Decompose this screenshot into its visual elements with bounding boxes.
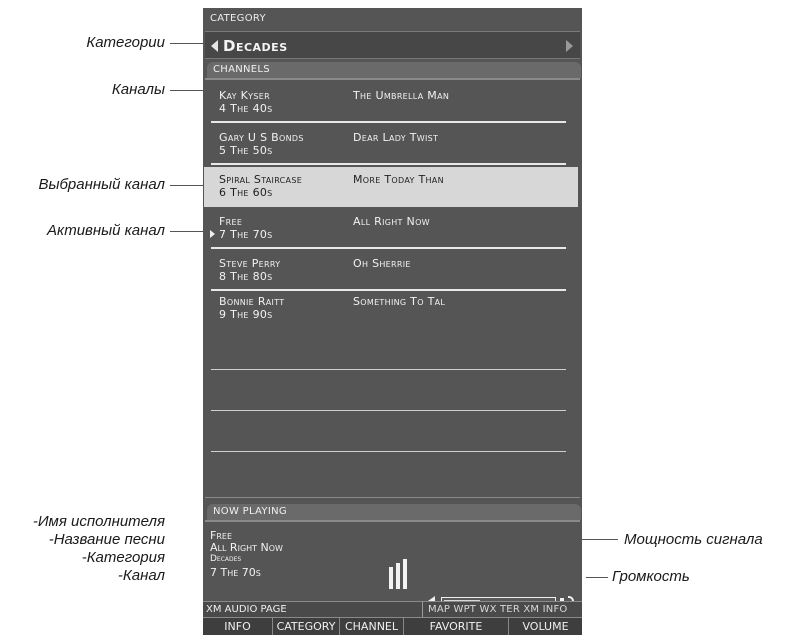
softkey-bar: INFO CATEGORY CHANNEL FAVORITE VOLUME xyxy=(203,617,582,635)
divider xyxy=(211,121,566,123)
channel-artist: Gary U S Bonds xyxy=(219,131,304,144)
softkey-channel[interactable]: CHANNEL xyxy=(340,618,404,635)
softkey-category[interactable]: CATEGORY xyxy=(273,618,340,635)
divider xyxy=(205,78,580,80)
page-bar: XM AUDIO PAGE MAP WPT WX TER XM INFO xyxy=(203,601,582,617)
callout-volume: Громкость xyxy=(612,568,690,585)
callout-channels: Каналы xyxy=(111,81,165,98)
chevron-right-icon[interactable] xyxy=(566,40,573,52)
callout-selected-channel: Выбранный канал xyxy=(38,176,165,193)
channel-number: 5 The 50s xyxy=(219,144,273,157)
chevron-left-icon[interactable] xyxy=(211,40,218,52)
channel-row[interactable]: Kay Kyser 4 The 40s The Umbrella Man xyxy=(203,83,582,123)
divider xyxy=(211,410,566,411)
page-title: XM AUDIO PAGE xyxy=(206,604,287,615)
signal-bar xyxy=(403,559,407,589)
channels-tab-header: CHANNELS xyxy=(207,62,581,78)
now-playing-channel: 7 The 70s xyxy=(210,566,261,579)
category-header: CATEGORY xyxy=(210,13,266,24)
channel-artist: Kay Kyser xyxy=(219,89,270,102)
channel-artist: Free xyxy=(219,215,243,228)
callout-channel: -Канал xyxy=(117,567,165,584)
xm-audio-screen: CATEGORY Decades CHANNELS Kay Kyser 4 Th… xyxy=(203,8,582,635)
channel-song: Oh Sherrie xyxy=(353,257,411,270)
signal-bar xyxy=(389,567,393,589)
channel-artist: Bonnie Raitt xyxy=(219,295,285,308)
channel-row[interactable]: Steve Perry 8 The 80s Oh Sherrie xyxy=(203,251,582,291)
channel-song: Dear Lady Twist xyxy=(353,131,439,144)
leader-line xyxy=(170,90,204,91)
divider xyxy=(211,369,566,370)
channel-number: 6 The 60s xyxy=(219,186,273,199)
channel-song: The Umbrella Man xyxy=(353,89,450,102)
leader-line xyxy=(170,185,204,186)
divider xyxy=(211,163,566,165)
channel-artist: Steve Perry xyxy=(219,257,281,270)
divider xyxy=(205,497,580,498)
leader-line xyxy=(170,43,204,44)
category-value: Decades xyxy=(223,37,288,55)
divider xyxy=(211,247,566,249)
softkey-info[interactable]: INFO xyxy=(203,618,273,635)
page-group-tabs[interactable]: MAP WPT WX TER XM INFO xyxy=(422,602,582,617)
channel-song: Something To Tal xyxy=(353,295,446,308)
channel-number: 9 The 90s xyxy=(219,308,273,321)
signal-bar xyxy=(396,563,400,589)
callout-categories: Категории xyxy=(86,34,165,51)
divider xyxy=(205,520,580,522)
divider xyxy=(211,451,566,452)
callout-artist-name: -Имя исполнителя xyxy=(32,513,165,530)
channel-number: 4 The 40s xyxy=(219,102,273,115)
channel-row[interactable]: Bonnie Raitt 9 The 90s Something To Tal xyxy=(203,289,582,329)
channel-row[interactable]: Gary U S Bonds 5 The 50s Dear Lady Twist xyxy=(203,125,582,165)
channel-song: More Today Than xyxy=(353,173,444,186)
channel-song: All Right Now xyxy=(353,215,430,228)
category-selector[interactable]: Decades xyxy=(205,31,580,59)
callout-active-channel: Активный канал xyxy=(46,222,165,239)
softkey-volume[interactable]: VOLUME xyxy=(509,618,582,635)
callout-category: -Категория xyxy=(81,549,165,566)
channel-row-selected[interactable]: Spiral Staircase 6 The 60s More Today Th… xyxy=(204,167,578,207)
channel-artist: Spiral Staircase xyxy=(219,173,303,186)
leader-line xyxy=(170,231,204,232)
softkey-favorite[interactable]: FAVORITE xyxy=(404,618,509,635)
play-marker-icon xyxy=(210,230,215,238)
channel-number: 8 The 80s xyxy=(219,270,273,283)
now-playing-song: All Right Now xyxy=(210,541,283,554)
now-playing-category: Decades xyxy=(210,554,242,564)
channel-number: 7 The 70s xyxy=(219,228,273,241)
callout-song-title: -Название песни xyxy=(48,531,165,548)
now-playing-header: NOW PLAYING xyxy=(207,504,581,520)
channel-row-active[interactable]: Free 7 The 70s All Right Now xyxy=(203,209,582,249)
callout-signal-strength: Мощность сигнала xyxy=(624,531,763,548)
leader-line xyxy=(586,577,608,578)
page-group-labels: MAP WPT WX TER XM INFO xyxy=(428,604,568,615)
